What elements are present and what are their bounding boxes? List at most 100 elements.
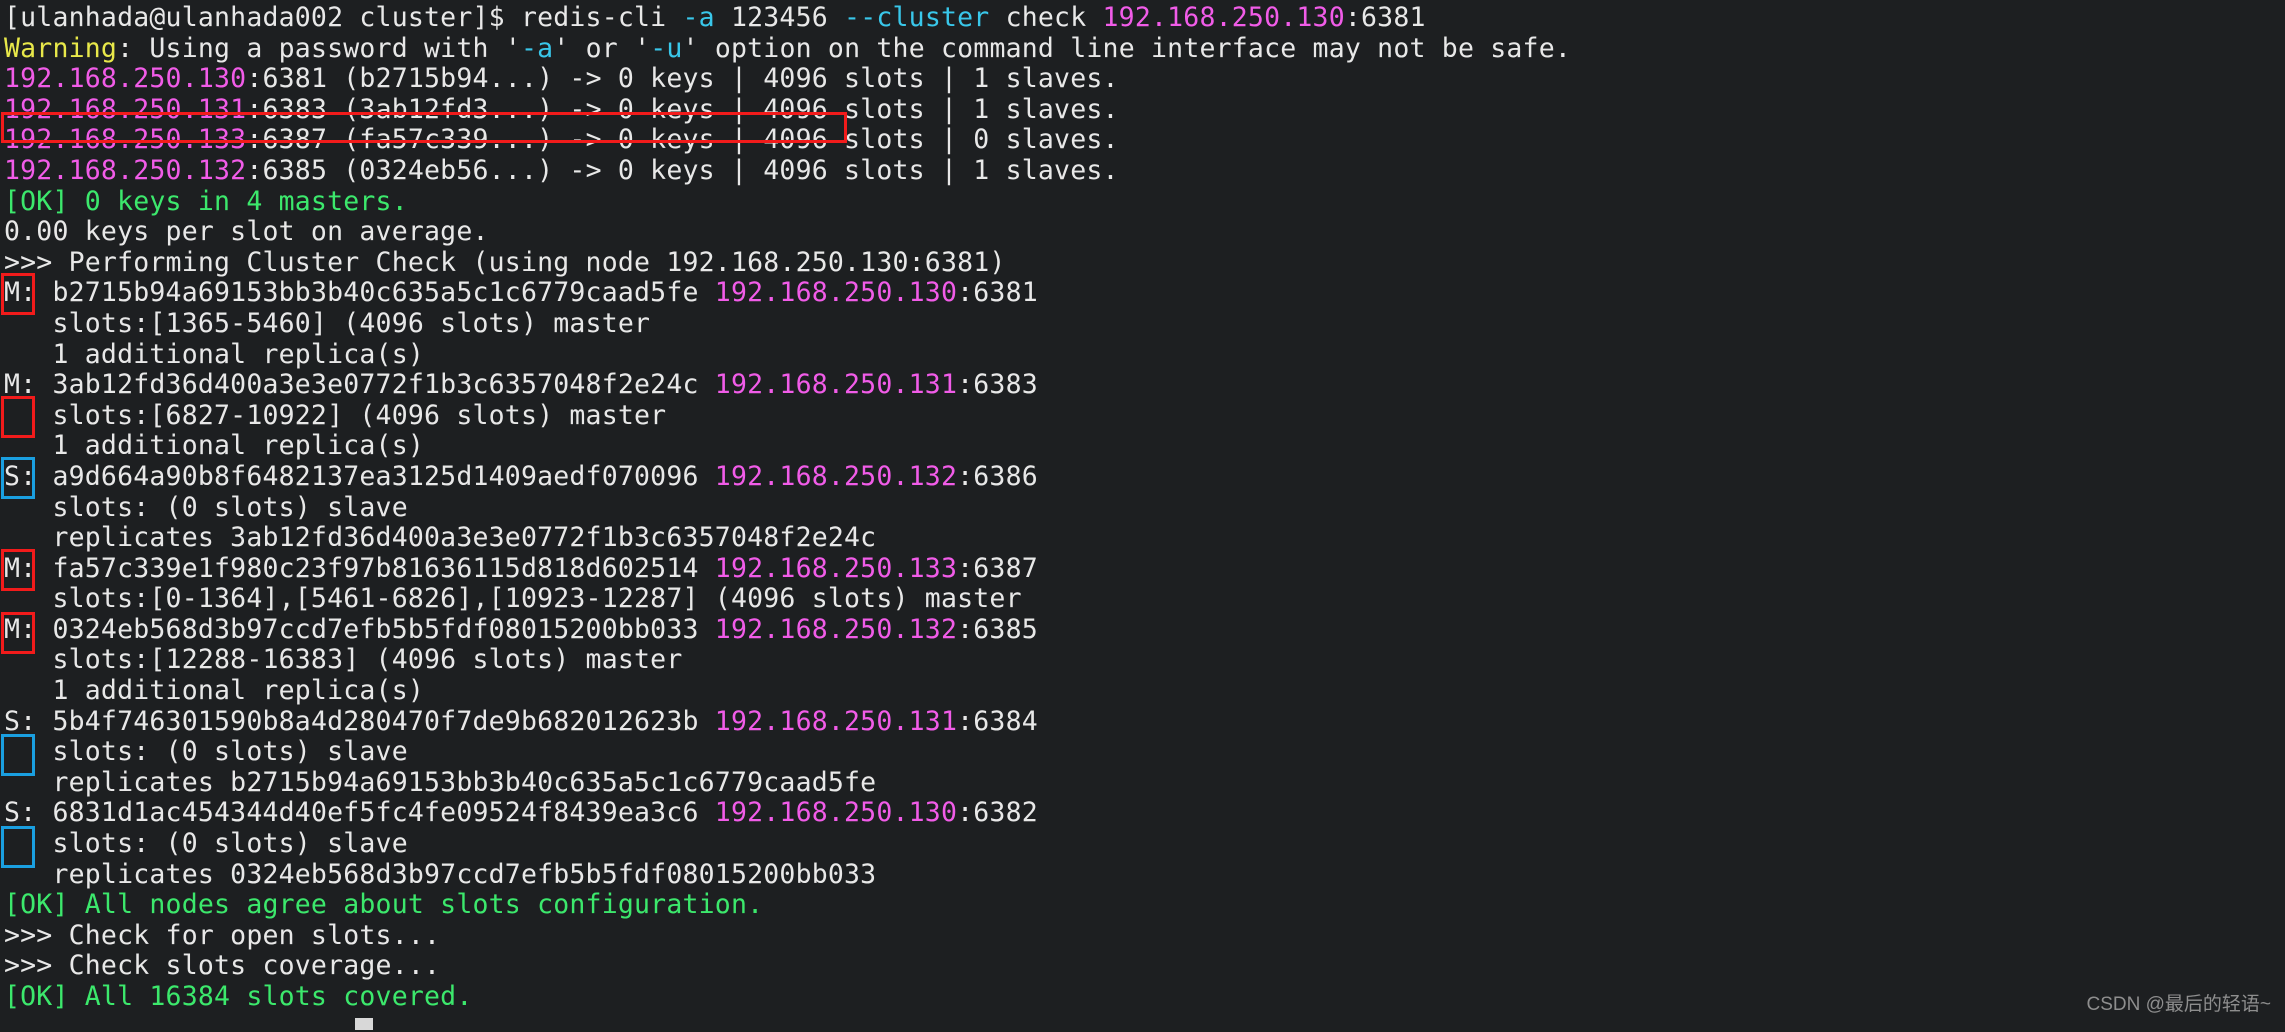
text-segment: :6386	[957, 460, 1038, 492]
replica-count-line: 1 additional replica(s)	[4, 675, 2285, 707]
text-segment: 1 additional replica(s)	[4, 430, 425, 462]
text-segment: 3ab12fd36d400a3e3e0772f1b3c6357048f2e24c	[52, 369, 715, 401]
text-segment: S:	[4, 705, 53, 737]
text-segment: 192.168.250.132	[714, 613, 958, 645]
performing-cluster-check-line: >>> Performing Cluster Check (using node…	[4, 247, 2285, 279]
text-segment: 192.168.250.131	[4, 93, 247, 125]
text-segment: b2715b94a69153bb3b40c635a5c1c6779caad5fe	[52, 277, 715, 309]
slots-detail-line: slots: (0 slots) slave	[4, 736, 2285, 768]
text-segment: >>> Check slots coverage...	[4, 950, 441, 982]
text-segment: 5b4f746301590b8a4d280470f7de9b682012623b	[52, 705, 715, 737]
text-segment: >>> Check for open slots...	[4, 919, 441, 951]
text-segment: :6385	[957, 613, 1038, 645]
text-segment: 192.168.250.132	[714, 460, 958, 492]
master-node-line: M: b2715b94a69153bb3b40c635a5c1c6779caad…	[4, 278, 2285, 309]
text-segment: S:	[4, 797, 53, 829]
slave-node-line: S: a9d664a90b8f6482137ea3125d1409aedf070…	[4, 460, 2285, 493]
text-segment: 192.168.250.131	[714, 369, 958, 401]
text-segment: M:	[4, 369, 53, 401]
slots-detail-line: slots: (0 slots) slave	[4, 828, 2285, 860]
text-segment: 1 additional replica(s)	[4, 338, 425, 370]
text-segment: [OK] 0 keys in 4 masters.	[4, 185, 408, 217]
slots-detail-line: slots: (0 slots) slave	[4, 491, 2285, 524]
text-segment: Warning	[4, 32, 118, 64]
slave-node-line: S: 6831d1ac454344d40ef5fc4fe09524f8439ea…	[4, 798, 2285, 829]
text-segment: 192.168.250.133	[4, 124, 247, 156]
terminal-window[interactable]: [ulanhada@ulanhada002 cluster]$ redis-cl…	[0, 0, 2285, 1032]
text-cursor	[355, 1018, 373, 1030]
text-segment: [OK] All 16384 slots covered.	[4, 981, 473, 1012]
master-node-line: M: 3ab12fd36d400a3e3e0772f1b3c6357048f2e…	[4, 369, 2285, 401]
text-segment: M:	[4, 277, 53, 309]
text-segment: fa57c339e1f980c23f97b81636115d818d602514	[52, 552, 715, 584]
text-segment: :6381	[1344, 2, 1426, 33]
text-segment: :6387 (fa57c339...) -> 0 keys | 4096 slo…	[246, 124, 1119, 156]
text-segment: check	[989, 2, 1103, 33]
text-segment: slots: (0 slots) slave	[4, 828, 408, 860]
prompt-command-line: [ulanhada@ulanhada002 cluster]$ redis-cl…	[4, 2, 2285, 34]
slots-detail-line: slots:[0-1364],[5461-6826],[10923-12287]…	[4, 583, 2285, 615]
text-segment: [OK] All nodes agree about slots configu…	[4, 889, 764, 921]
master-node-line: M: 0324eb568d3b97ccd7efb5b5fdf08015200bb…	[4, 613, 2285, 646]
text-segment: option on the command line interface may…	[698, 32, 1572, 64]
text-segment: :6383	[957, 369, 1038, 401]
text-segment: replicates 0324eb568d3b97ccd7efb5b5fdf08…	[4, 858, 877, 890]
text-segment: replicates 3ab12fd36d400a3e3e0772f1b3c63…	[4, 522, 877, 554]
text-segment: 192.168.250.130	[1102, 2, 1345, 33]
text-segment: slots: (0 slots) slave	[4, 491, 408, 523]
text-segment: slots:[12288-16383] (4096 slots) master	[4, 644, 683, 676]
text-segment: -a	[682, 2, 715, 33]
ok-all-slots-covered-line: [OK] All 16384 slots covered.	[4, 981, 2285, 1013]
text-segment: -u	[650, 32, 683, 64]
ok-nodes-agree-line: [OK] All nodes agree about slots configu…	[4, 889, 2285, 921]
text-segment: :6381 (b2715b94...) -> 0 keys | 4096 slo…	[246, 63, 1119, 95]
text-segment: [ulanhada@ulanhada002 cluster]$ redis-cl…	[4, 2, 683, 33]
text-segment: 1 additional replica(s)	[4, 675, 425, 707]
slots-detail-line: slots:[1365-5460] (4096 slots) master	[4, 308, 2285, 340]
node-summary-row: 192.168.250.130:6381 (b2715b94...) -> 0 …	[4, 63, 2285, 95]
text-segment: or	[569, 32, 635, 64]
text-segment: 123456	[714, 2, 845, 33]
slave-node-line: S: 5b4f746301590b8a4d280470f7de9b6820126…	[4, 705, 2285, 738]
text-segment: :6387	[957, 552, 1038, 584]
text-segment: S:	[4, 460, 53, 492]
keys-per-slot-line: 0.00 keys per slot on average.	[4, 216, 2285, 248]
text-segment: 6831d1ac454344d40ef5fc4fe09524f8439ea3c6	[52, 797, 715, 829]
text-segment: '	[504, 32, 521, 64]
terminal-output: [ulanhada@ulanhada002 cluster]$ redis-cl…	[4, 2, 2285, 1013]
master-node-line: M: fa57c339e1f980c23f97b81636115d818d602…	[4, 552, 2285, 585]
text-segment: '	[634, 32, 651, 64]
text-segment: 192.168.250.130	[714, 277, 958, 309]
replica-count-line: 1 additional replica(s)	[4, 338, 2285, 371]
text-segment: 192.168.250.131	[714, 705, 958, 737]
node-summary-row-highlighted: 192.168.250.133:6387 (fa57c339...) -> 0 …	[4, 125, 2285, 156]
watermark-label: CSDN @最后的轻语~	[2086, 994, 2272, 1015]
text-segment: 192.168.250.130	[714, 797, 958, 829]
replicates-line: replicates 0324eb568d3b97ccd7efb5b5fdf08…	[4, 858, 2285, 891]
text-segment: -a	[520, 32, 554, 64]
text-segment: 192.168.250.130	[4, 63, 247, 95]
replica-count-line: 1 additional replica(s)	[4, 431, 2285, 462]
text-segment: '	[553, 32, 570, 64]
check-slots-coverage-line: >>> Check slots coverage...	[4, 951, 2285, 982]
replicates-line: replicates b2715b94a69153bb3b40c635a5c1c…	[4, 766, 2285, 799]
text-segment: 0324eb568d3b97ccd7efb5b5fdf08015200bb033	[52, 613, 715, 645]
text-segment: 192.168.250.133	[714, 552, 958, 584]
ok-keys-masters-line: [OK] 0 keys in 4 masters.	[4, 185, 2285, 218]
check-open-slots-line: >>> Check for open slots...	[4, 919, 2285, 952]
warning-line: Warning: Using a password with '-a' or '…	[4, 32, 2285, 65]
slots-detail-line: slots:[12288-16383] (4096 slots) master	[4, 645, 2285, 676]
text-segment: slots:[0-1364],[5461-6826],[10923-12287]…	[4, 583, 1022, 615]
slots-detail-line: slots:[6827-10922] (4096 slots) master	[4, 400, 2285, 432]
text-segment: '	[682, 32, 699, 64]
text-segment: M:	[4, 613, 53, 645]
text-segment: :6382	[957, 797, 1038, 829]
text-segment: 192.168.250.132	[4, 154, 247, 186]
node-summary-row: 192.168.250.132:6385 (0324eb56...) -> 0 …	[4, 154, 2285, 187]
text-segment: replicates b2715b94a69153bb3b40c635a5c1c…	[4, 766, 877, 798]
text-segment: :6381	[957, 277, 1038, 309]
node-summary-row: 192.168.250.131:6383 (3ab12fd3...) -> 0 …	[4, 93, 2285, 126]
text-segment: --cluster	[844, 2, 990, 33]
text-segment: :6383 (3ab12fd3...) -> 0 keys | 4096 slo…	[246, 93, 1119, 125]
text-segment: :6384	[957, 705, 1038, 737]
